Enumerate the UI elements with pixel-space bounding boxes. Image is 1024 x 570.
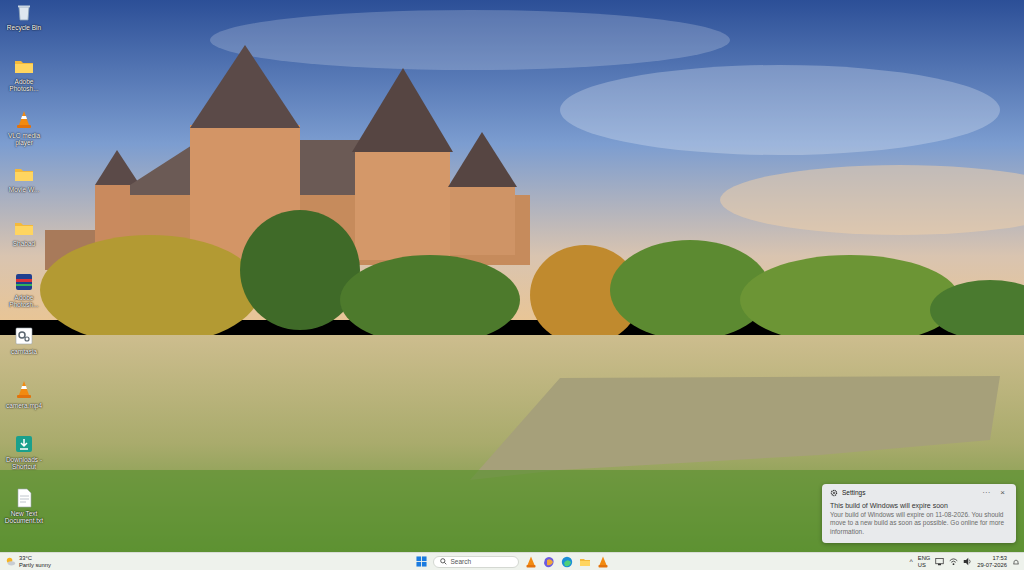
taskbar: 33°CPartly sunny Search ^ ENGUS 17:5329-07-2… bbox=[0, 552, 1024, 570]
desktop-icon[interactable]: Downloads - Shortcut bbox=[1, 434, 47, 488]
desktop-icons: Recycle Bin Adobe Photosh... VLC media pla… bbox=[0, 0, 47, 542]
notification-header: Settings ··· × bbox=[830, 489, 1008, 497]
desktop-icon[interactable]: Adobe Photosh... bbox=[1, 56, 47, 110]
clock[interactable]: 17:5329-07-2026 bbox=[977, 555, 1007, 567]
desktop-icon[interactable]: VLC media player bbox=[1, 110, 47, 164]
desktop-icon-label: Adobe Photosh... bbox=[2, 294, 46, 309]
edge-icon[interactable] bbox=[561, 556, 573, 568]
copilot-icon[interactable] bbox=[543, 556, 555, 568]
language-indicator[interactable]: ENGUS bbox=[918, 555, 931, 567]
desktop-icon-label: VLC media player bbox=[2, 132, 46, 147]
close-button[interactable]: × bbox=[997, 489, 1008, 497]
notification-toast[interactable]: Settings ··· × This build of Windows will e… bbox=[822, 484, 1016, 543]
desktop-icon[interactable]: New Text Document.txt bbox=[1, 488, 47, 542]
gear-icon bbox=[830, 489, 838, 497]
search-box[interactable]: Search bbox=[433, 556, 519, 568]
folder-icon bbox=[14, 218, 34, 238]
weather-temperature: 33°C bbox=[19, 555, 51, 561]
desktop-icon-label: camera.mp4 bbox=[2, 402, 46, 409]
notification-bell-icon[interactable] bbox=[1012, 558, 1020, 566]
date-label: 29-07-2026 bbox=[977, 562, 1007, 568]
desktop-icon[interactable]: Adobe Photosh... bbox=[1, 272, 47, 326]
desktop-icon-label: New Text Document.txt bbox=[2, 510, 46, 525]
text-icon bbox=[14, 488, 34, 508]
desktop-icon-label: Downloads - Shortcut bbox=[2, 456, 46, 471]
notification-body: Your build of Windows will expire on 11-… bbox=[830, 511, 1008, 537]
desktop-icon-label: camtasia bbox=[2, 348, 46, 355]
desktop-icon[interactable]: Recycle Bin bbox=[1, 2, 47, 56]
desktop-icon[interactable]: camera.mp4 bbox=[1, 380, 47, 434]
partly-sunny-icon bbox=[5, 556, 16, 567]
time-label: 17:53 bbox=[992, 555, 1007, 561]
system-tray: ^ ENGUS 17:5329-07-2026 bbox=[609, 555, 1024, 567]
folder-icon bbox=[14, 164, 34, 184]
windows-start-icon[interactable] bbox=[416, 556, 427, 567]
desktop-icon[interactable]: Movie W... bbox=[1, 164, 47, 218]
vlc-icon[interactable] bbox=[597, 556, 609, 568]
desktop-icon-label: Movie W... bbox=[2, 186, 46, 193]
desktop: Recycle Bin Adobe Photosh... VLC media pla… bbox=[0, 0, 1024, 552]
region-label: US bbox=[918, 562, 931, 568]
recycle-icon bbox=[14, 2, 34, 22]
taskbar-apps: Search bbox=[416, 556, 609, 568]
volume-icon[interactable] bbox=[963, 557, 972, 566]
wallpaper-photo bbox=[0, 0, 1024, 552]
download-icon bbox=[14, 434, 34, 454]
language-label: ENG bbox=[918, 555, 931, 561]
show-hidden-icons-button[interactable]: ^ bbox=[909, 558, 912, 565]
explorer-icon[interactable] bbox=[579, 556, 591, 568]
magnifier-icon bbox=[440, 558, 447, 565]
vlc-icon[interactable] bbox=[525, 556, 537, 568]
weather-condition: Partly sunny bbox=[19, 562, 51, 568]
wifi-icon[interactable] bbox=[949, 557, 958, 566]
desktop-screen: Recycle Bin Adobe Photosh... VLC media pla… bbox=[0, 0, 1024, 570]
network-icon[interactable] bbox=[935, 557, 944, 566]
notification-title: This build of Windows will expire soon bbox=[830, 502, 1008, 509]
weather-widget[interactable]: 33°CPartly sunny bbox=[0, 555, 416, 567]
colorapp-icon bbox=[14, 272, 34, 292]
desktop-icon[interactable]: camtasia bbox=[1, 326, 47, 380]
vlc-icon bbox=[14, 110, 34, 130]
search-placeholder: Search bbox=[451, 558, 472, 565]
desktop-icon[interactable]: Shabad bbox=[1, 218, 47, 272]
vlc-icon bbox=[14, 380, 34, 400]
desktop-icon-label: Recycle Bin bbox=[2, 24, 46, 31]
notification-app-name: Settings bbox=[842, 489, 866, 496]
folder-icon bbox=[14, 56, 34, 76]
more-options-button[interactable]: ··· bbox=[979, 489, 993, 497]
desktop-icon-label: Adobe Photosh... bbox=[2, 78, 46, 93]
gear-icon bbox=[14, 326, 34, 346]
desktop-icon-label: Shabad bbox=[2, 240, 46, 247]
